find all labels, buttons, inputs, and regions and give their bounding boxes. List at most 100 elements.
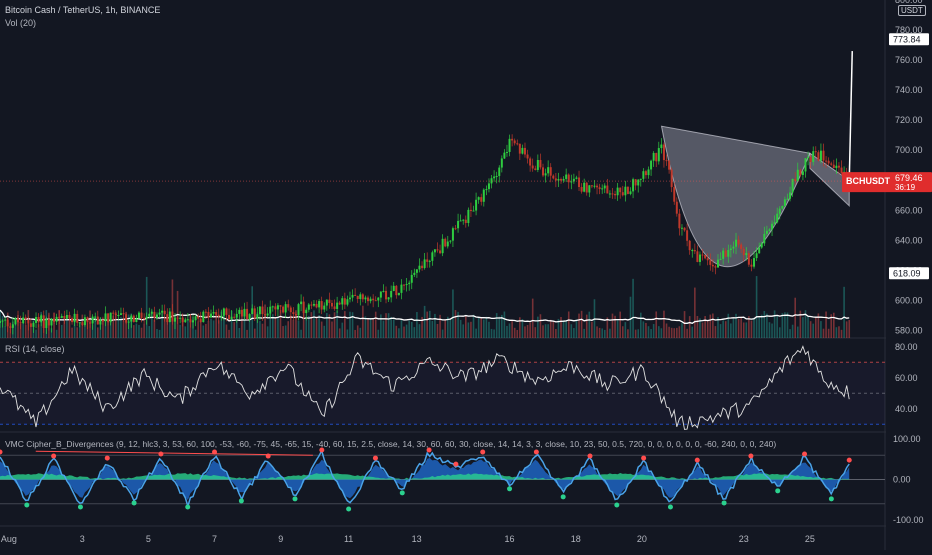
volume-bar [416, 312, 418, 338]
signal-dot [694, 457, 700, 463]
candle-body [228, 314, 231, 320]
candle-body [619, 187, 622, 193]
volume-bar [812, 323, 815, 338]
candle-body [194, 316, 197, 321]
volume-bar [194, 329, 197, 338]
volume-bar [117, 318, 120, 338]
candle-body [642, 171, 645, 179]
candle-body [294, 314, 297, 316]
candle-body [155, 314, 158, 318]
candle-body [385, 290, 388, 300]
volume-bar [552, 321, 555, 338]
volume-bar [354, 329, 356, 338]
candle-body [457, 220, 460, 229]
candle-body [310, 304, 313, 306]
volume-bar [197, 321, 199, 338]
candle-body [840, 167, 843, 173]
volume-bar [660, 328, 663, 338]
currency-badge[interactable]: USDT [898, 5, 926, 16]
volume-bar [840, 329, 843, 338]
candle-body [727, 250, 730, 257]
volume-bar [534, 327, 537, 338]
candle-body [73, 314, 76, 323]
volume-bar [480, 318, 483, 338]
volume-bar [248, 320, 251, 338]
volume-bar [35, 329, 37, 338]
volume-bar [609, 328, 611, 338]
chart-svg[interactable]: 800.00780.00760.00740.00720.00700.00680.… [0, 0, 932, 550]
candle-body [27, 319, 30, 324]
candle-body [83, 317, 86, 326]
volume-bar [315, 316, 318, 338]
candle-body [606, 185, 609, 194]
candle-body [300, 301, 303, 305]
candle-body [40, 315, 43, 323]
candle-body [735, 239, 738, 247]
volume-bar [627, 329, 629, 338]
volume-bar [603, 329, 606, 338]
volume-bar [467, 322, 470, 338]
candle-body [0, 320, 1, 323]
candle-body [53, 318, 56, 322]
candle-body [222, 308, 225, 316]
candle-body [688, 240, 691, 251]
candle-body [807, 156, 810, 159]
price-tick: 720.00 [895, 115, 923, 125]
candle-body [639, 178, 642, 180]
candle-body [814, 151, 817, 153]
candle-body [596, 185, 599, 188]
volume-bar [740, 316, 742, 338]
volume-bar [153, 319, 156, 338]
rsi-tick: 60.00 [895, 373, 918, 383]
time-tick: 7 [212, 534, 217, 544]
candle-body [817, 152, 820, 161]
candle-body [436, 249, 439, 251]
candle-body [560, 179, 563, 181]
volume-legend[interactable]: Vol (20) [5, 18, 36, 28]
chart-stage[interactable]: 800.00780.00760.00740.00720.00700.00680.… [0, 0, 932, 550]
candle-body [186, 319, 189, 321]
candle-body [755, 253, 758, 259]
signal-dot [614, 502, 620, 508]
volume-bar [637, 329, 640, 338]
candle-body [96, 316, 99, 325]
volume-bar [122, 319, 125, 338]
candle-body [544, 173, 547, 176]
volume-bar [287, 321, 290, 338]
candle-body [261, 306, 264, 315]
volume-bar [253, 328, 256, 338]
candle-body [485, 189, 488, 191]
volume-bar [668, 326, 670, 338]
volume-bar [567, 311, 570, 338]
time-tick: 16 [505, 534, 515, 544]
candle-body [166, 314, 169, 323]
symbol-legend[interactable]: Bitcoin Cash / TetherUS, 1h, BINANCE [5, 5, 160, 15]
candle-body [343, 298, 346, 305]
candle-body [99, 319, 102, 325]
volume-bar [133, 325, 135, 338]
volume-bar [673, 328, 676, 338]
rsi-legend[interactable]: RSI (14, close) [5, 344, 65, 354]
candle-body [513, 140, 516, 144]
volume-bar [470, 321, 472, 338]
candle-body [729, 248, 732, 251]
candle-body [287, 304, 290, 308]
candle-body [626, 186, 629, 194]
volume-bar [382, 320, 385, 338]
candle-body [418, 265, 421, 270]
volume-bar [570, 324, 573, 338]
candle-body [215, 312, 218, 315]
volume-bar [395, 325, 398, 338]
volume-bar [629, 296, 632, 338]
candle-body [439, 250, 442, 254]
volume-bar [459, 319, 462, 338]
candle-body [493, 176, 496, 179]
volume-bar [650, 329, 652, 338]
candle-body [89, 322, 92, 324]
candle-body [835, 165, 838, 168]
candle-body [176, 317, 179, 319]
volume-bar [763, 310, 766, 338]
volume-bar [825, 311, 827, 338]
cipher-legend[interactable]: VMC Cipher_B_Divergences (9, 12, hlc3, 3… [5, 439, 776, 449]
candle-body [704, 254, 707, 259]
